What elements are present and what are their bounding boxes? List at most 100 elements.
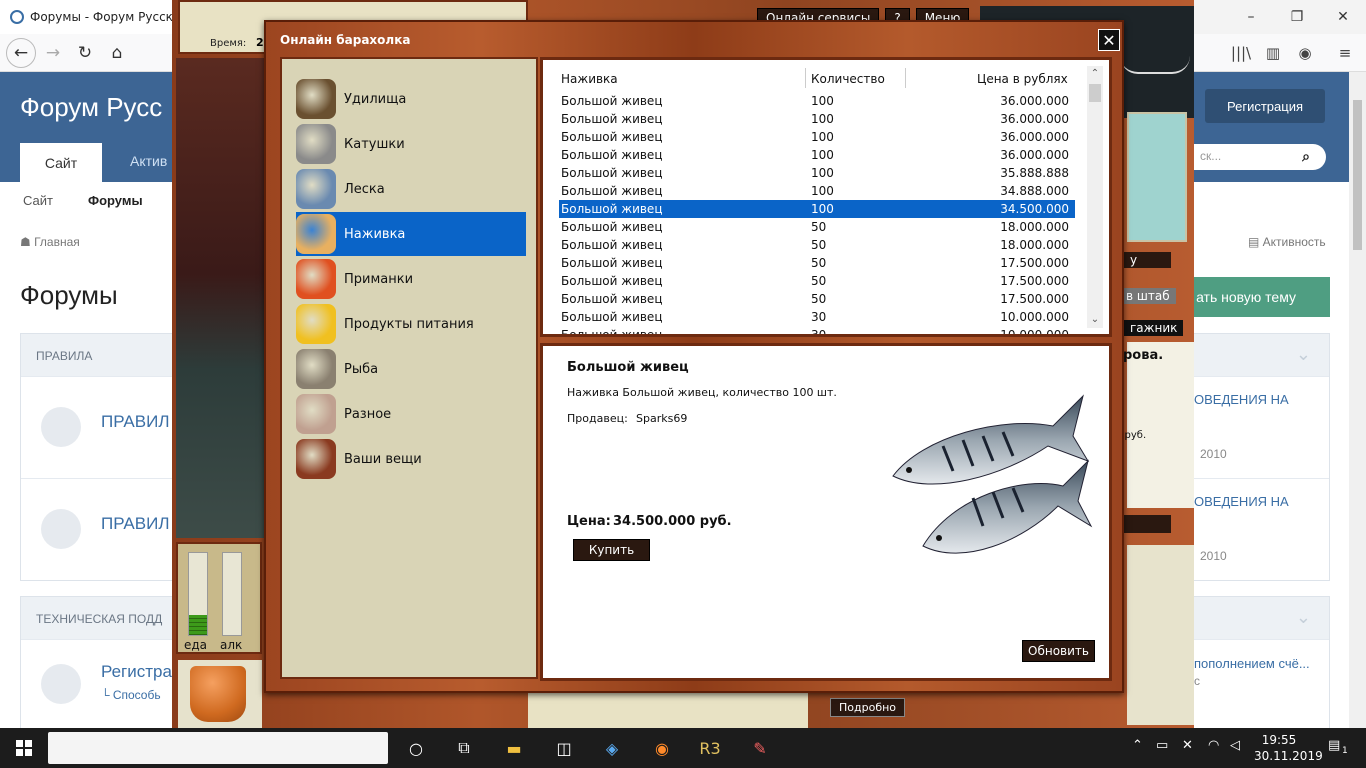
scrollbar-thumb[interactable] xyxy=(1353,100,1362,250)
notifications-icon[interactable]: ▤ xyxy=(1328,738,1340,753)
table-row[interactable]: Большой живец 100 36.000.000 xyxy=(559,110,1075,128)
chevron-down-icon[interactable]: ⌄ xyxy=(1296,344,1311,365)
library-icon[interactable]: |||\ xyxy=(1228,40,1254,66)
account-icon[interactable]: ◉ xyxy=(1292,40,1318,66)
file-explorer-icon[interactable]: ▬ xyxy=(502,736,526,760)
chevron-down-icon[interactable]: ⌄ xyxy=(1296,607,1311,628)
side-dark-button[interactable] xyxy=(1124,515,1171,533)
side-button[interactable]: у xyxy=(1124,252,1171,268)
forward-button[interactable]: → xyxy=(38,38,68,68)
browser-tab[interactable]: Форумы - Форум Русско xyxy=(0,0,172,34)
table-row[interactable]: Большой живец 100 36.000.000 xyxy=(559,128,1075,146)
window-close-button[interactable]: ✕ xyxy=(1320,0,1366,34)
scroll-down-icon[interactable]: ⌄ xyxy=(1087,312,1103,328)
category-item[interactable]: Ваши вещи xyxy=(296,437,526,481)
firefox-icon[interactable]: ◉ xyxy=(650,736,674,760)
cell-qty: 100 xyxy=(811,112,834,126)
forum-row-title[interactable]: ПРАВИЛ xyxy=(101,514,169,534)
breadcrumb-home[interactable]: ☗ Главная xyxy=(20,235,80,249)
forum-row-title[interactable]: ПРАВИЛ xyxy=(101,412,169,432)
game-app-icon[interactable]: R3 xyxy=(698,736,722,760)
home-button[interactable]: ⌂ xyxy=(102,38,132,68)
last-post-link[interactable]: пополнением счё... xyxy=(1194,656,1310,671)
details-button[interactable]: Подробно xyxy=(830,698,906,717)
category-item[interactable]: Катушки xyxy=(296,122,526,166)
table-row[interactable]: Большой живец 100 34.888.000 xyxy=(559,182,1075,200)
subnav-forums[interactable]: Форумы xyxy=(88,193,143,208)
browser-menu-icon[interactable]: ≡ xyxy=(1332,40,1358,66)
sidebar-icon[interactable]: ▥ xyxy=(1260,40,1286,66)
search-placeholder: ск... xyxy=(1200,149,1222,163)
battery-icon[interactable]: ▭ xyxy=(1156,738,1168,753)
status-meters: еда алк xyxy=(176,542,262,654)
forum-search-input[interactable]: ск... ⌕ xyxy=(1180,144,1326,170)
offers-scrollbar[interactable]: ⌃ ⌄ xyxy=(1087,66,1103,328)
trunk-button[interactable]: гажник xyxy=(1124,320,1184,336)
clock-time[interactable]: 19:55 xyxy=(1254,733,1304,747)
category-item[interactable]: Разное xyxy=(296,392,526,436)
tab-site[interactable]: Сайт xyxy=(20,143,102,182)
task-view-icon[interactable]: ⧉ xyxy=(452,736,476,760)
tray-up-icon[interactable]: ⌃ xyxy=(1132,738,1143,753)
table-row[interactable]: Большой живец 100 36.000.000 xyxy=(559,92,1075,110)
back-button[interactable]: ← xyxy=(6,38,36,68)
table-row[interactable]: Большой живец 50 17.500.000 xyxy=(559,290,1075,308)
reload-button[interactable]: ↻ xyxy=(70,38,100,68)
cell-qty: 50 xyxy=(811,238,827,252)
table-row[interactable]: Большой живец 50 18.000.000 xyxy=(559,218,1075,236)
store-icon[interactable]: ◫ xyxy=(552,736,576,760)
category-item[interactable]: Наживка xyxy=(296,212,526,256)
bucket-icon[interactable] xyxy=(190,666,246,722)
register-button[interactable]: Регистрация xyxy=(1205,89,1325,123)
refresh-button[interactable]: Обновить xyxy=(1022,640,1095,662)
taskbar-search[interactable] xyxy=(48,732,388,764)
category-item[interactable]: Леска xyxy=(296,167,526,211)
scroll-thumb[interactable] xyxy=(1089,84,1101,102)
cell-price: 10.000.000 xyxy=(1000,310,1069,324)
wifi-icon[interactable]: ◠ xyxy=(1208,738,1219,753)
buy-button[interactable]: Купить xyxy=(573,539,650,561)
clock-date[interactable]: 30.11.2019 xyxy=(1254,749,1323,763)
close-icon[interactable]: ✕ xyxy=(1098,29,1120,51)
search-icon[interactable]: ⌕ xyxy=(1302,148,1310,165)
table-row[interactable]: Большой живец 100 36.000.000 xyxy=(559,146,1075,164)
seller-name: Sparks69 xyxy=(636,412,688,425)
new-topic-button[interactable]: ать новую тему xyxy=(1180,277,1330,317)
cortana-icon[interactable]: ○ xyxy=(404,736,428,760)
forum-row-title[interactable]: Регистра xyxy=(101,662,172,682)
paint-icon[interactable]: ✎ xyxy=(748,736,772,760)
maximize-button[interactable]: ❐ xyxy=(1274,0,1320,34)
bucket-slot[interactable] xyxy=(178,660,262,728)
scroll-up-icon[interactable]: ⌃ xyxy=(1087,66,1103,82)
forum-title[interactable]: Форум Русс xyxy=(20,92,162,123)
subnav-site[interactable]: Сайт xyxy=(23,193,53,208)
table-row[interactable]: Большой живец 50 17.500.000 xyxy=(559,254,1075,272)
app-icon[interactable]: ◈ xyxy=(600,736,624,760)
last-post-year: 2010 xyxy=(1200,447,1227,461)
cell-qty: 50 xyxy=(811,292,827,306)
table-row[interactable]: Большой живец 50 17.500.000 xyxy=(559,272,1075,290)
table-row[interactable]: Большой живец 30 10.000.000 xyxy=(559,326,1075,334)
table-row[interactable]: Большой живец 100 34.500.000 xyxy=(559,200,1075,218)
tab-activity[interactable]: Актив xyxy=(130,153,167,169)
volume-icon[interactable]: ◁ xyxy=(1230,738,1240,753)
fishing-line-icon xyxy=(296,169,336,209)
category-item[interactable]: Рыба xyxy=(296,347,526,391)
to-hq-button[interactable]: в штаб xyxy=(1120,288,1176,304)
table-row[interactable]: Большой живец 30 10.000.000 xyxy=(559,308,1075,326)
category-item[interactable]: Приманки xyxy=(296,257,526,301)
cell-price: 17.500.000 xyxy=(1000,256,1069,270)
category-item[interactable]: Удилища xyxy=(296,77,526,121)
last-post-link[interactable]: ОВЕДЕНИЯ НА xyxy=(1194,494,1289,509)
page-scrollbar[interactable] xyxy=(1349,72,1366,728)
table-row[interactable]: Большой живец 50 18.000.000 xyxy=(559,236,1075,254)
minimize-button[interactable]: – xyxy=(1228,0,1274,34)
start-button[interactable] xyxy=(0,728,48,768)
forum-row-subtitle[interactable]: └ Способь xyxy=(101,688,161,702)
table-row[interactable]: Большой живец 100 35.888.888 xyxy=(559,164,1075,182)
network-off-icon[interactable]: ✕ xyxy=(1182,738,1193,753)
last-post-link[interactable]: ОВЕДЕНИЯ НА xyxy=(1194,392,1289,407)
category-item[interactable]: Продукты питания xyxy=(296,302,526,346)
activity-link[interactable]: ▤ Активность xyxy=(1248,235,1326,249)
cell-name: Большой живец xyxy=(561,130,663,144)
